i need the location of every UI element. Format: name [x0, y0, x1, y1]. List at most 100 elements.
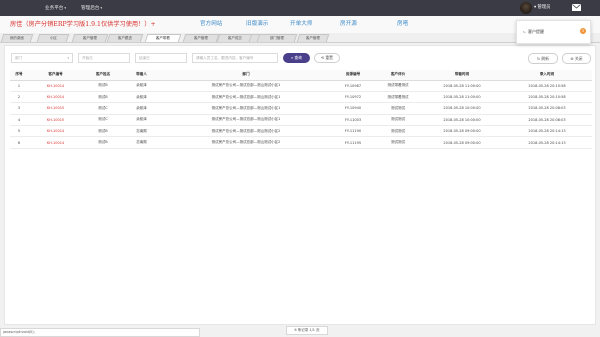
cell-customer-name: 测试B	[83, 80, 123, 92]
menu-business-platform[interactable]: 业务平台▾	[45, 0, 66, 16]
promo-banner: 房佳（房产分销ERP学习版1.9.1仅供学习使用！）+ 官方网站 旧版演示 开单…	[0, 16, 600, 33]
promo-link-old-demo[interactable]: 旧版演示	[246, 16, 268, 33]
search-button[interactable]: ⌕ 查询	[283, 53, 310, 63]
cell-agent: 余航泽	[123, 114, 160, 127]
promo-link-official-site[interactable]: 官方网站	[200, 16, 222, 33]
cell-entry-time: 2018-05-28 20:10:58	[502, 80, 592, 92]
menu-business-platform-label: 业务平台	[45, 6, 64, 11]
table-row[interactable]: 5 KH-10014 测试B 志南熙 测试房产总公司—测试总部—测山测试小区2 …	[10, 125, 592, 138]
tab-customer-manage-2[interactable]: 客户管理	[182, 34, 220, 42]
header-property-code[interactable]: 房源编号	[332, 70, 374, 81]
cell-index: 3	[10, 102, 28, 115]
table-row[interactable]: 2 KH-10014 测试B 余航泽 测试房产总公司—测试总部—测山测试小区1 …	[10, 91, 592, 104]
end-date-input[interactable]: 结束日	[135, 53, 187, 63]
start-date-input[interactable]: 开始日	[78, 53, 130, 63]
table-row[interactable]: 3 KH-10015 测试C 余航泽 测试房产总公司—测试总部—测山测试小区1 …	[10, 102, 592, 115]
tab-customer-viewing[interactable]: 客户带看	[144, 34, 182, 42]
header-viewing-time[interactable]: 带看时间	[422, 70, 502, 81]
cell-agent: 余航泽	[123, 91, 160, 104]
tab-customer-manage-3[interactable]: 客户管理	[296, 34, 330, 42]
tab-label: 客户跟进	[117, 36, 132, 40]
cell-index: 6	[10, 136, 28, 149]
cell-entry-time: 2018-05-28 20:08:03	[502, 102, 592, 115]
viewing-records-table: 序号 客户编号 客户姓名 带看人 部门 房源编号 客户评价 带看时间 录入时间 …	[10, 70, 592, 149]
cell-viewing-time: 2018-05-28 11:00:00	[422, 91, 502, 104]
cell-customer-code[interactable]: KH-10014	[28, 91, 83, 104]
cell-viewing-time: 2018-05-28 09:00:00	[422, 136, 502, 149]
tab-community[interactable]: 小区	[36, 34, 70, 42]
tab-label: 客户带看	[155, 36, 170, 40]
tab-label: 我的桌面	[9, 36, 24, 40]
cell-agent: 志南熙	[123, 125, 160, 138]
keyword-placeholder: 请输入员工名、跟进内容、客户编号	[196, 56, 254, 60]
cell-customer-review: 测试测试	[374, 114, 422, 127]
table-row[interactable]: 1 KH-10014 测试B 余航泽 测试房产总公司—测试总部—测山测试小区1 …	[10, 80, 592, 92]
cell-customer-code[interactable]: KH-10014	[28, 125, 83, 138]
cell-agent: 余航泽	[123, 80, 160, 92]
menu-admin-backend[interactable]: 管理后台▾	[81, 0, 102, 16]
cell-customer-name: 测试B	[83, 136, 123, 149]
mail-icon[interactable]	[572, 4, 581, 11]
promo-link-order-master[interactable]: 开单大师	[290, 16, 312, 33]
header-customer-name[interactable]: 客户姓名	[83, 70, 123, 81]
cell-customer-code[interactable]: KH-10014	[28, 136, 83, 149]
cell-department: 测试房产总公司—测试总部—测山测试小区1	[160, 80, 332, 92]
cell-department: 测试房产总公司—测试总部—测山测试小区1	[160, 102, 332, 115]
cell-property-code: FY-10972	[332, 91, 374, 104]
cell-customer-name: 测试B	[83, 91, 123, 104]
promo-link-fangda[interactable]: 房嗒	[397, 16, 408, 33]
tab-customer-manage[interactable]: 客户管理	[71, 34, 109, 42]
refresh-button[interactable]: ↻ 刷新	[528, 53, 558, 64]
menu-item-customer-reminder[interactable]: ⤷ 客户提醒	[523, 28, 544, 35]
chevron-down-icon: ▾	[67, 56, 69, 60]
cell-customer-code[interactable]: KH-10015	[28, 114, 83, 127]
cell-customer-code[interactable]: KH-10014	[28, 80, 83, 92]
tab-customer-follow[interactable]: 客户跟进	[106, 34, 144, 42]
cell-viewing-time: 2018-05-28 11:00:00	[422, 80, 502, 92]
keyword-search-input[interactable]: 请输入员工名、跟进内容、客户编号	[192, 53, 278, 63]
start-date-placeholder: 开始日	[82, 56, 93, 60]
tab-label: 客户成交	[227, 36, 242, 40]
end-date-placeholder: 结束日	[139, 56, 150, 60]
tab-label: 客户管理	[193, 36, 208, 40]
table-row[interactable]: 6 KH-10014 测试B 志南熙 测试房产总公司—测试总部—测山测试小区2 …	[10, 136, 592, 149]
cell-index: 5	[10, 125, 28, 138]
cell-entry-time: 2018-05-28 20:08:03	[502, 114, 592, 127]
header-customer-review[interactable]: 客户评价	[374, 70, 422, 81]
close-button[interactable]: ⊗ 关闭	[562, 53, 591, 64]
promo-link-open-source[interactable]: 房开源	[340, 16, 357, 33]
cell-customer-review: 测试测试	[374, 102, 422, 115]
avatar[interactable]	[520, 2, 532, 14]
tab-department-manage[interactable]: 部门管理	[256, 34, 298, 42]
header-entry-time[interactable]: 录入时间	[502, 70, 592, 81]
department-select[interactable]: 部门 ▾	[11, 53, 73, 63]
notification-badge: 5	[580, 28, 586, 34]
chevron-down-icon: ▾	[64, 6, 67, 10]
cell-customer-code[interactable]: KH-10015	[28, 102, 83, 115]
cell-department: 测试房产总公司—测试总部—测山测试小区2	[160, 136, 332, 149]
cell-property-code: FY-10987	[332, 80, 374, 92]
pagination-info: 6 条记录 1/1 页	[286, 326, 328, 335]
header-department[interactable]: 部门	[160, 70, 332, 81]
content-panel: 部门 ▾ 开始日 结束日 请输入员工名、跟进内容、客户编号 ⌕ 查询 ⟲ 重置 ↻…	[4, 45, 596, 325]
cell-viewing-time: 2018-05-28 09:00:00	[422, 125, 502, 138]
cell-entry-time: 2018-05-28 20:10:58	[502, 91, 592, 104]
reset-button[interactable]: ⟲ 重置	[314, 53, 340, 63]
menu-item-label: 客户提醒	[528, 29, 544, 34]
cell-customer-review: 测试带看测试	[374, 91, 422, 104]
menu-admin-backend-label: 管理后台	[81, 6, 100, 11]
cell-customer-name: 测试B	[83, 125, 123, 138]
cell-department: 测试房产总公司—测试总部—测山测试小区1	[160, 114, 332, 127]
header-agent[interactable]: 带看人	[123, 70, 160, 81]
cell-customer-name: 测试C	[83, 102, 123, 115]
cell-customer-review: 测试测试	[374, 125, 422, 138]
cell-index: 4	[10, 114, 28, 127]
cell-property-code: FY-11190	[332, 125, 374, 138]
header-customer-code[interactable]: 客户编号	[28, 70, 83, 81]
user-dropdown-menu: ⤷ 客户提醒 5	[516, 20, 591, 44]
cell-index: 2	[10, 91, 28, 104]
table-row[interactable]: 4 KH-10015 测试C 余航泽 测试房产总公司—测试总部—测山测试小区1 …	[10, 114, 592, 127]
user-menu[interactable]: ▾ 管理员	[534, 0, 550, 16]
header-index[interactable]: 序号	[10, 70, 28, 81]
tab-my-desktop[interactable]: 我的桌面	[0, 34, 34, 42]
